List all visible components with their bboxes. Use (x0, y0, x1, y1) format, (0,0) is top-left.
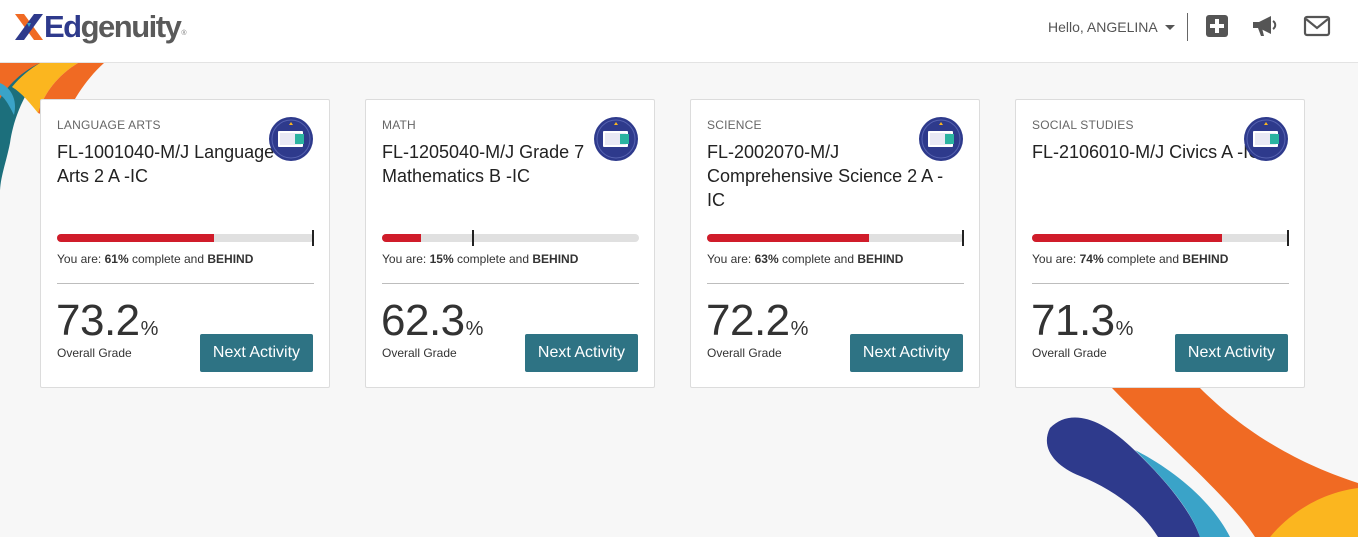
course-subject: SOCIAL STUDIES (1032, 118, 1134, 132)
next-activity-button[interactable]: Next Activity (200, 334, 313, 372)
course-subject: SCIENCE (707, 118, 762, 132)
card-divider (57, 283, 314, 284)
logo-wordmark: Edgenuity (44, 9, 182, 44)
next-activity-button[interactable]: Next Activity (1175, 334, 1288, 372)
course-subject: LANGUAGE ARTS (57, 118, 161, 132)
progress-fill (1032, 234, 1223, 242)
header-divider (1187, 13, 1188, 41)
caret-down-icon (1164, 24, 1175, 30)
card-divider (1032, 283, 1289, 284)
target-marker (1287, 230, 1289, 246)
target-marker (312, 230, 314, 246)
progress-bar (707, 230, 964, 246)
course-card-social-studies[interactable]: SOCIAL STUDIES FL-2106010-M/J Civics A -… (1015, 99, 1305, 388)
progress-fill (382, 234, 421, 242)
course-card-language-arts[interactable]: LANGUAGE ARTS FL-1001040-M/J Language Ar… (40, 99, 330, 388)
progress-status-text: You are: 61% complete and BEHIND (57, 252, 254, 266)
plus-square-icon[interactable] (1203, 13, 1231, 39)
progress-status-text: You are: 63% complete and BEHIND (707, 252, 904, 266)
progress-status-text: You are: 15% complete and BEHIND (382, 252, 579, 266)
progress-status-text: You are: 74% complete and BEHIND (1032, 252, 1229, 266)
envelope-icon[interactable] (1303, 13, 1331, 39)
progress-fill (57, 234, 214, 242)
target-marker (471, 230, 474, 246)
megaphone-icon[interactable] (1251, 13, 1279, 39)
card-divider (382, 283, 639, 284)
logo-x-mark-icon (15, 14, 43, 40)
logo-registered-mark: ® (181, 30, 187, 37)
course-title[interactable]: FL-2002070-M/J Comprehensive Science 2 A… (707, 140, 947, 212)
progress-fill (707, 234, 869, 242)
user-greeting: Hello, ANGELINA (1048, 19, 1158, 35)
course-badge-icon (594, 117, 638, 161)
course-title[interactable]: FL-1205040-M/J Grade 7 Mathematics B -IC (382, 140, 622, 188)
course-card-science[interactable]: SCIENCE FL-2002070-M/J Comprehensive Sci… (690, 99, 980, 388)
progress-bar (1032, 230, 1289, 246)
course-subject: MATH (382, 118, 416, 132)
next-activity-button[interactable]: Next Activity (525, 334, 638, 372)
card-divider (707, 283, 964, 284)
progress-bar (57, 230, 314, 246)
progress-bar (382, 230, 639, 246)
course-badge-icon (269, 117, 313, 161)
next-activity-button[interactable]: Next Activity (850, 334, 963, 372)
course-card-math[interactable]: MATH FL-1205040-M/J Grade 7 Mathematics … (365, 99, 655, 388)
overall-grade-label: Overall Grade (707, 346, 782, 360)
top-navigation-bar: Edgenuity ® Hello, ANGELINA (0, 0, 1358, 63)
overall-grade-label: Overall Grade (57, 346, 132, 360)
overall-grade-label: Overall Grade (382, 346, 457, 360)
course-badge-icon (919, 117, 963, 161)
overall-grade-label: Overall Grade (1032, 346, 1107, 360)
target-marker (962, 230, 964, 246)
edgenuity-logo[interactable]: Edgenuity ® (12, 9, 187, 45)
course-title[interactable]: FL-2106010-M/J Civics A -IC (1032, 140, 1272, 164)
course-badge-icon (1244, 117, 1288, 161)
course-title[interactable]: FL-1001040-M/J Language Arts 2 A -IC (57, 140, 297, 188)
decorative-shapes-right (1046, 388, 1358, 537)
user-menu-dropdown[interactable]: Hello, ANGELINA (1048, 18, 1175, 36)
